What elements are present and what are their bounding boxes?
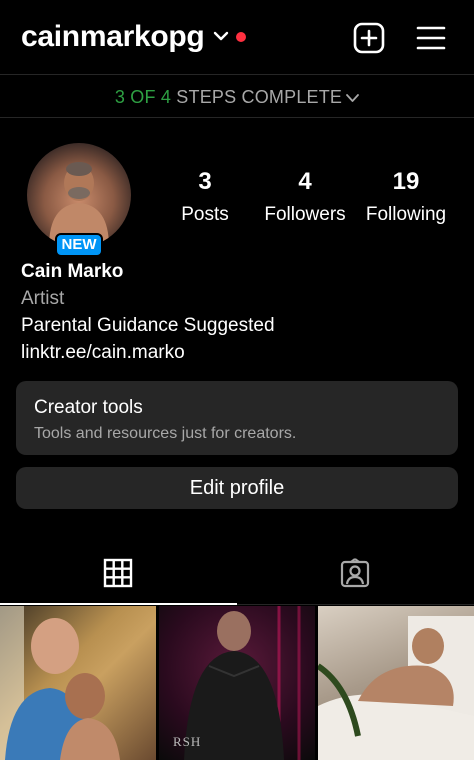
followers-count: 4 xyxy=(298,168,312,195)
plus-square-icon[interactable] xyxy=(353,22,385,54)
steps-of: OF xyxy=(130,87,156,107)
following-count: 19 xyxy=(392,168,420,195)
grid-icon xyxy=(103,558,133,588)
creator-tools-card[interactable]: Creator tools Tools and resources just f… xyxy=(16,381,458,455)
posts-label: Posts xyxy=(181,204,229,225)
avatar[interactable] xyxy=(27,143,131,247)
steps-completed: 3 xyxy=(114,87,126,107)
steps-total: 4 xyxy=(160,87,172,107)
profile-bio: Parental Guidance Suggested xyxy=(21,315,275,336)
post-thumbnail[interactable] xyxy=(0,606,156,760)
username-title[interactable]: cainmarkopg xyxy=(21,20,205,54)
creator-tools-subtitle: Tools and resources just for creators. xyxy=(34,425,297,442)
tab-posts-grid[interactable] xyxy=(0,545,237,605)
stat-following[interactable]: 19 Following xyxy=(360,168,452,226)
post-thumbnail[interactable]: RSH xyxy=(159,606,315,760)
chevron-down-icon xyxy=(346,94,360,103)
posts-grid: RSH xyxy=(0,606,474,760)
post-photo xyxy=(318,616,474,760)
stat-followers[interactable]: 4 Followers xyxy=(259,168,351,226)
post-photo xyxy=(0,606,120,760)
profile-category: Artist xyxy=(21,288,65,309)
profile-name: Cain Marko xyxy=(21,261,124,282)
steps-suffix: STEPS COMPLETE xyxy=(176,87,343,107)
profile-tabs xyxy=(0,545,474,605)
top-bar: cainmarkopg xyxy=(0,0,474,76)
photo-watermark: RSH xyxy=(173,734,202,749)
profile-steps-banner[interactable]: 3 OF 4 STEPS COMPLETE xyxy=(0,74,474,118)
following-label: Following xyxy=(365,204,447,225)
hamburger-menu-icon[interactable] xyxy=(416,24,446,52)
followers-label: Followers xyxy=(264,204,346,225)
new-badge: NEW xyxy=(55,233,103,257)
tab-tagged[interactable] xyxy=(237,545,474,605)
avatar-photo xyxy=(49,162,109,247)
profile-link[interactable]: linktr.ee/cain.marko xyxy=(21,342,185,364)
post-thumbnail[interactable] xyxy=(318,606,474,760)
posts-count: 3 xyxy=(198,168,212,195)
stat-posts[interactable]: 3 Posts xyxy=(172,168,238,226)
steps-progress-text: 3 OF 4 STEPS COMPLETE xyxy=(0,87,474,108)
chevron-down-icon[interactable] xyxy=(213,29,229,43)
tagged-icon xyxy=(340,558,370,588)
creator-tools-title: Creator tools xyxy=(34,397,143,418)
edit-profile-button[interactable]: Edit profile xyxy=(16,467,458,509)
notification-dot xyxy=(236,32,246,42)
